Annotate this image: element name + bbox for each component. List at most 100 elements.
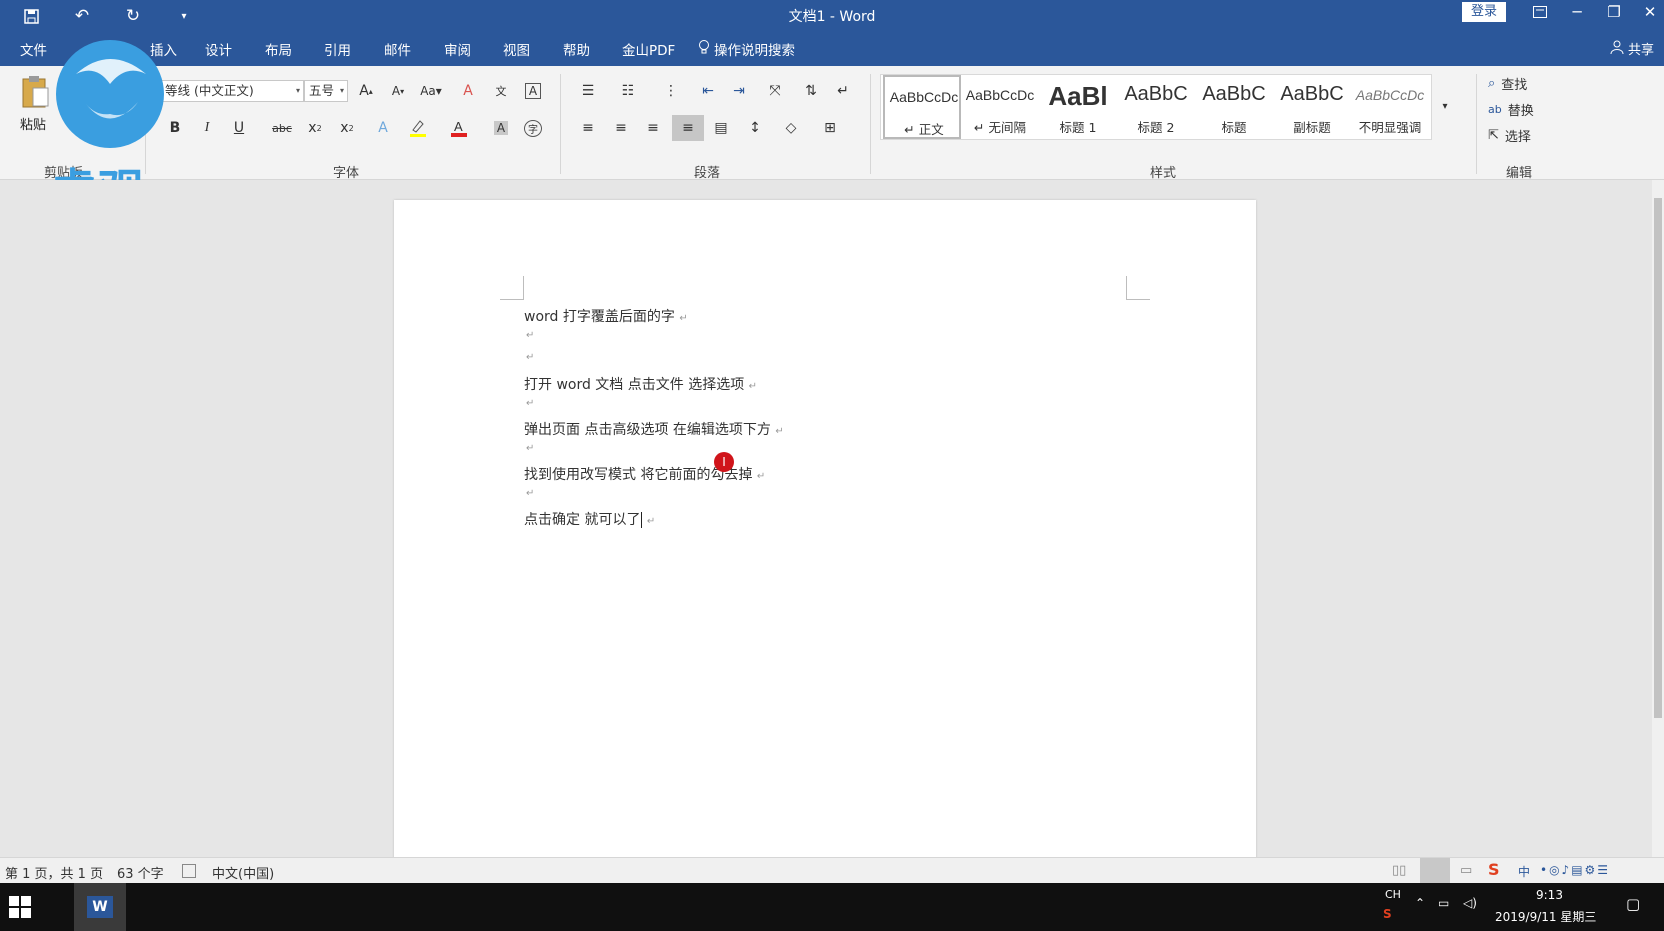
find-button[interactable]: ⌕ 查找 — [1488, 74, 1527, 93]
italic-icon[interactable]: I — [194, 116, 220, 140]
web-layout-icon[interactable]: ▭ — [1460, 863, 1472, 878]
tab-mailings[interactable]: 邮件 — [384, 39, 411, 59]
page-count[interactable]: 第 1 页，共 1 页 — [5, 863, 103, 882]
tell-me-search[interactable]: 操作说明搜索 — [698, 39, 795, 59]
style-subtitle[interactable]: AaBbC 副标题 — [1273, 75, 1351, 139]
font-name-combo[interactable]: 等线 (中文正文) ▾ — [160, 80, 304, 102]
font-size-combo[interactable]: 五号 ▾ — [304, 80, 348, 102]
save-icon[interactable] — [17, 3, 45, 29]
word-count[interactable]: 63 个字 — [117, 863, 164, 882]
tab-references[interactable]: 引用 — [324, 39, 351, 59]
read-mode-icon[interactable]: ▯▯ — [1392, 863, 1406, 878]
style-name: 标题 1 — [1059, 120, 1097, 135]
align-right-icon[interactable]: ≡ — [640, 116, 666, 140]
redo-icon[interactable]: ↻ — [119, 3, 147, 29]
ribbon-tabs: 文件 插入 设计 布局 引用 邮件 审阅 视图 帮助 金山PDF 操作说明搜索 … — [0, 32, 1664, 66]
restore-icon[interactable]: ❐ — [1596, 0, 1632, 24]
style-heading-2[interactable]: AaBbC 标题 2 — [1117, 75, 1195, 139]
undo-icon[interactable]: ↶ — [68, 3, 96, 29]
text-effects-icon[interactable]: A — [370, 116, 396, 140]
character-border-icon[interactable]: A — [520, 79, 546, 103]
tab-file[interactable]: 文件 — [20, 39, 47, 59]
document-page[interactable]: word 打字覆盖后面的字 ↵ ↵ ↵ 打开 word 文档 点击文件 选择选项… — [394, 200, 1256, 860]
vertical-scrollbar[interactable] — [1652, 180, 1664, 857]
style-sample: AaBbCcDc — [965, 87, 1035, 103]
styles-more-icon[interactable]: ▾ — [1432, 94, 1458, 118]
tab-design[interactable]: 设计 — [205, 39, 232, 59]
ime-mode[interactable]: 中 — [1518, 863, 1530, 880]
share-button[interactable]: 共享 — [1610, 39, 1654, 58]
select-arrow-icon: ⇱ — [1488, 128, 1499, 143]
close-icon[interactable]: ✕ — [1632, 0, 1664, 24]
justify-icon[interactable]: ≡ — [672, 115, 704, 141]
tab-view[interactable]: 视图 — [503, 39, 530, 59]
sogou-ime-icon[interactable]: S — [1488, 860, 1500, 879]
multilevel-list-icon[interactable]: ⋮ — [658, 79, 684, 103]
network-icon[interactable]: ▭ — [1438, 896, 1449, 910]
clock-time[interactable]: 9:13 — [1536, 888, 1563, 902]
shading-icon[interactable]: ◇ — [778, 116, 804, 140]
tab-layout[interactable]: 布局 — [265, 39, 292, 59]
enclose-characters-icon[interactable]: 字 — [520, 116, 546, 140]
distributed-icon[interactable]: ▤ — [708, 116, 734, 140]
tab-help[interactable]: 帮助 — [563, 39, 590, 59]
phonetic-guide-icon[interactable]: 文 — [488, 79, 514, 103]
underline-icon[interactable]: U — [226, 116, 252, 140]
style-subtle-emphasis[interactable]: AaBbCcDc 不明显强调 — [1351, 75, 1429, 139]
chinese-layout-icon[interactable]: ⤧ — [762, 79, 788, 103]
numbering-icon[interactable]: ☷ — [615, 79, 641, 103]
tab-review[interactable]: 审阅 — [444, 39, 471, 59]
superscript-icon[interactable]: x2 — [334, 116, 360, 140]
clear-formatting-icon[interactable]: A — [455, 79, 481, 103]
document-line[interactable]: 打开 word 文档 点击文件 选择选项 ↵ — [524, 374, 757, 394]
language-indicator[interactable]: 中文(中国) — [212, 863, 274, 882]
document-line[interactable]: 弹出页面 点击高级选项 在编辑选项下方 ↵ — [524, 419, 784, 439]
ribbon-display-icon[interactable] — [1522, 0, 1558, 24]
proofing-icon[interactable] — [182, 864, 196, 878]
paste-label[interactable]: 粘贴 — [20, 114, 46, 133]
grow-font-icon[interactable]: A ▴ — [353, 79, 379, 103]
document-line[interactable]: word 打字覆盖后面的字 ↵ — [524, 306, 688, 326]
highlight-icon[interactable] — [405, 116, 431, 140]
font-name-value: 等线 (中文正文) — [165, 83, 254, 98]
replace-button[interactable]: ab 替换 — [1488, 100, 1534, 119]
shrink-font-icon[interactable]: A ▾ — [385, 79, 411, 103]
minimize-icon[interactable]: ─ — [1559, 0, 1595, 24]
font-color-icon[interactable]: A — [446, 116, 472, 140]
align-left-icon[interactable]: ≡ — [575, 116, 601, 140]
strikethrough-icon[interactable]: abc — [269, 116, 295, 140]
bullets-icon[interactable]: ☰ — [575, 79, 601, 103]
style-name: 副标题 — [1293, 120, 1331, 135]
tab-kingsoft-pdf[interactable]: 金山PDF — [622, 39, 675, 59]
style-normal[interactable]: AaBbCcDc ↵ 正文 — [883, 75, 961, 139]
customize-quick-access-icon[interactable]: ▾ — [170, 3, 198, 29]
change-case-icon[interactable]: Aa▾ — [418, 79, 444, 103]
notifications-icon[interactable]: ▢ — [1626, 895, 1640, 913]
sogou-tray-icon[interactable]: S — [1383, 907, 1392, 921]
borders-icon[interactable]: ⊞ — [817, 116, 843, 140]
increase-indent-icon[interactable]: ⇥ — [726, 79, 752, 103]
ime-toolbar-icons[interactable]: •◎♪▤⚙☰ — [1540, 863, 1610, 877]
style-no-spacing[interactable]: AaBbCcDc ↵ 无间隔 — [961, 75, 1039, 139]
chevron-up-icon[interactable]: ⌃ — [1415, 896, 1425, 910]
align-center-icon[interactable]: ≡ — [608, 116, 634, 140]
character-shading-icon[interactable]: A — [488, 116, 514, 140]
windows-start-icon[interactable] — [8, 895, 32, 919]
scrollbar-thumb[interactable] — [1654, 198, 1662, 718]
replace-label: 替换 — [1507, 104, 1534, 119]
style-title[interactable]: AaBbC 标题 — [1195, 75, 1273, 139]
print-layout-icon[interactable] — [1420, 858, 1450, 884]
clock-date[interactable]: 2019/9/11 星期三 — [1495, 908, 1596, 925]
taskbar-word-button[interactable]: W — [74, 883, 126, 931]
show-marks-icon[interactable]: ↵ — [830, 79, 856, 103]
style-heading-1[interactable]: AaBl 标题 1 — [1039, 75, 1117, 139]
select-button[interactable]: ⇱ 选择 — [1488, 126, 1531, 145]
decrease-indent-icon[interactable]: ⇤ — [695, 79, 721, 103]
sort-icon[interactable]: ⇅ — [798, 79, 824, 103]
volume-icon[interactable]: ◁) — [1463, 896, 1477, 910]
line-spacing-icon[interactable]: ↕ — [742, 116, 768, 140]
login-button[interactable]: 登录 — [1462, 2, 1506, 22]
subscript-icon[interactable]: x2 — [302, 116, 328, 140]
document-line[interactable]: 点击确定 就可以了 ↵ — [524, 509, 655, 529]
input-language[interactable]: CH — [1385, 888, 1401, 901]
